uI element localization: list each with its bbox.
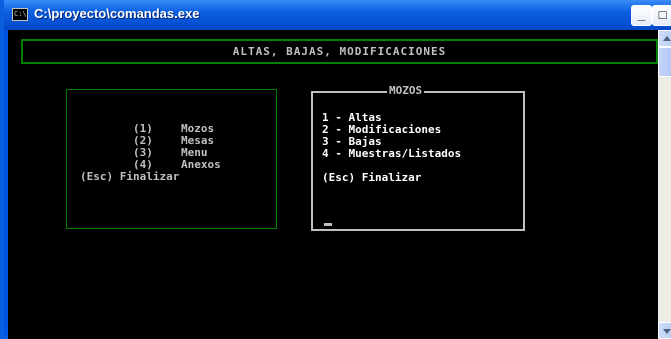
text-cursor bbox=[324, 223, 332, 226]
page-title: ALTAS, BAJAS, MODIFICACIONES bbox=[232, 45, 447, 58]
header-frame: ALTAS, BAJAS, MODIFICACIONES bbox=[21, 39, 658, 64]
console-app-icon[interactable]: C:\ bbox=[12, 8, 28, 21]
submenu-title: MOZOS bbox=[387, 84, 425, 97]
menu-item-mesas: (2) Mesas bbox=[80, 123, 214, 147]
title-bar[interactable]: C:\ C:\proyecto\comandas.exe _ □ × bbox=[4, 0, 671, 30]
menu-label: Anexos bbox=[180, 158, 221, 171]
submenu-item-listados: 4 - Muestras/Listados bbox=[322, 147, 462, 160]
main-menu-frame: (1) Mozos (2) Mesas (3) Menu (4) Anexos (Esc… bbox=[66, 89, 277, 229]
menu-item-mozos: (1) Mozos bbox=[80, 111, 214, 135]
console-area[interactable]: ALTAS, BAJAS, MODIFICACIONES (1) Mozos (2… bbox=[8, 30, 658, 339]
submenu-frame: MOZOS 1 - Altas 2 - Modificaciones 3 - B… bbox=[311, 85, 525, 231]
scroll-up-icon[interactable] bbox=[658, 30, 671, 47]
vertical-scrollbar[interactable] bbox=[658, 30, 671, 339]
console-window: C:\ C:\proyecto\comandas.exe _ □ × ALTAS… bbox=[0, 0, 671, 339]
window-title: C:\proyecto\comandas.exe bbox=[34, 6, 200, 21]
menu-item-menu: (3) Menu bbox=[80, 135, 208, 159]
scrollbar-thumb[interactable] bbox=[658, 47, 671, 77]
submenu-exit: (Esc) Finalizar bbox=[322, 171, 422, 184]
menu-item-anexos: (4) Anexos bbox=[80, 147, 221, 171]
menu-exit: (Esc) Finalizar bbox=[80, 170, 180, 183]
scroll-down-icon[interactable] bbox=[658, 322, 671, 339]
minimize-button[interactable]: _ bbox=[631, 5, 652, 26]
maximize-button[interactable]: □ bbox=[652, 5, 671, 26]
